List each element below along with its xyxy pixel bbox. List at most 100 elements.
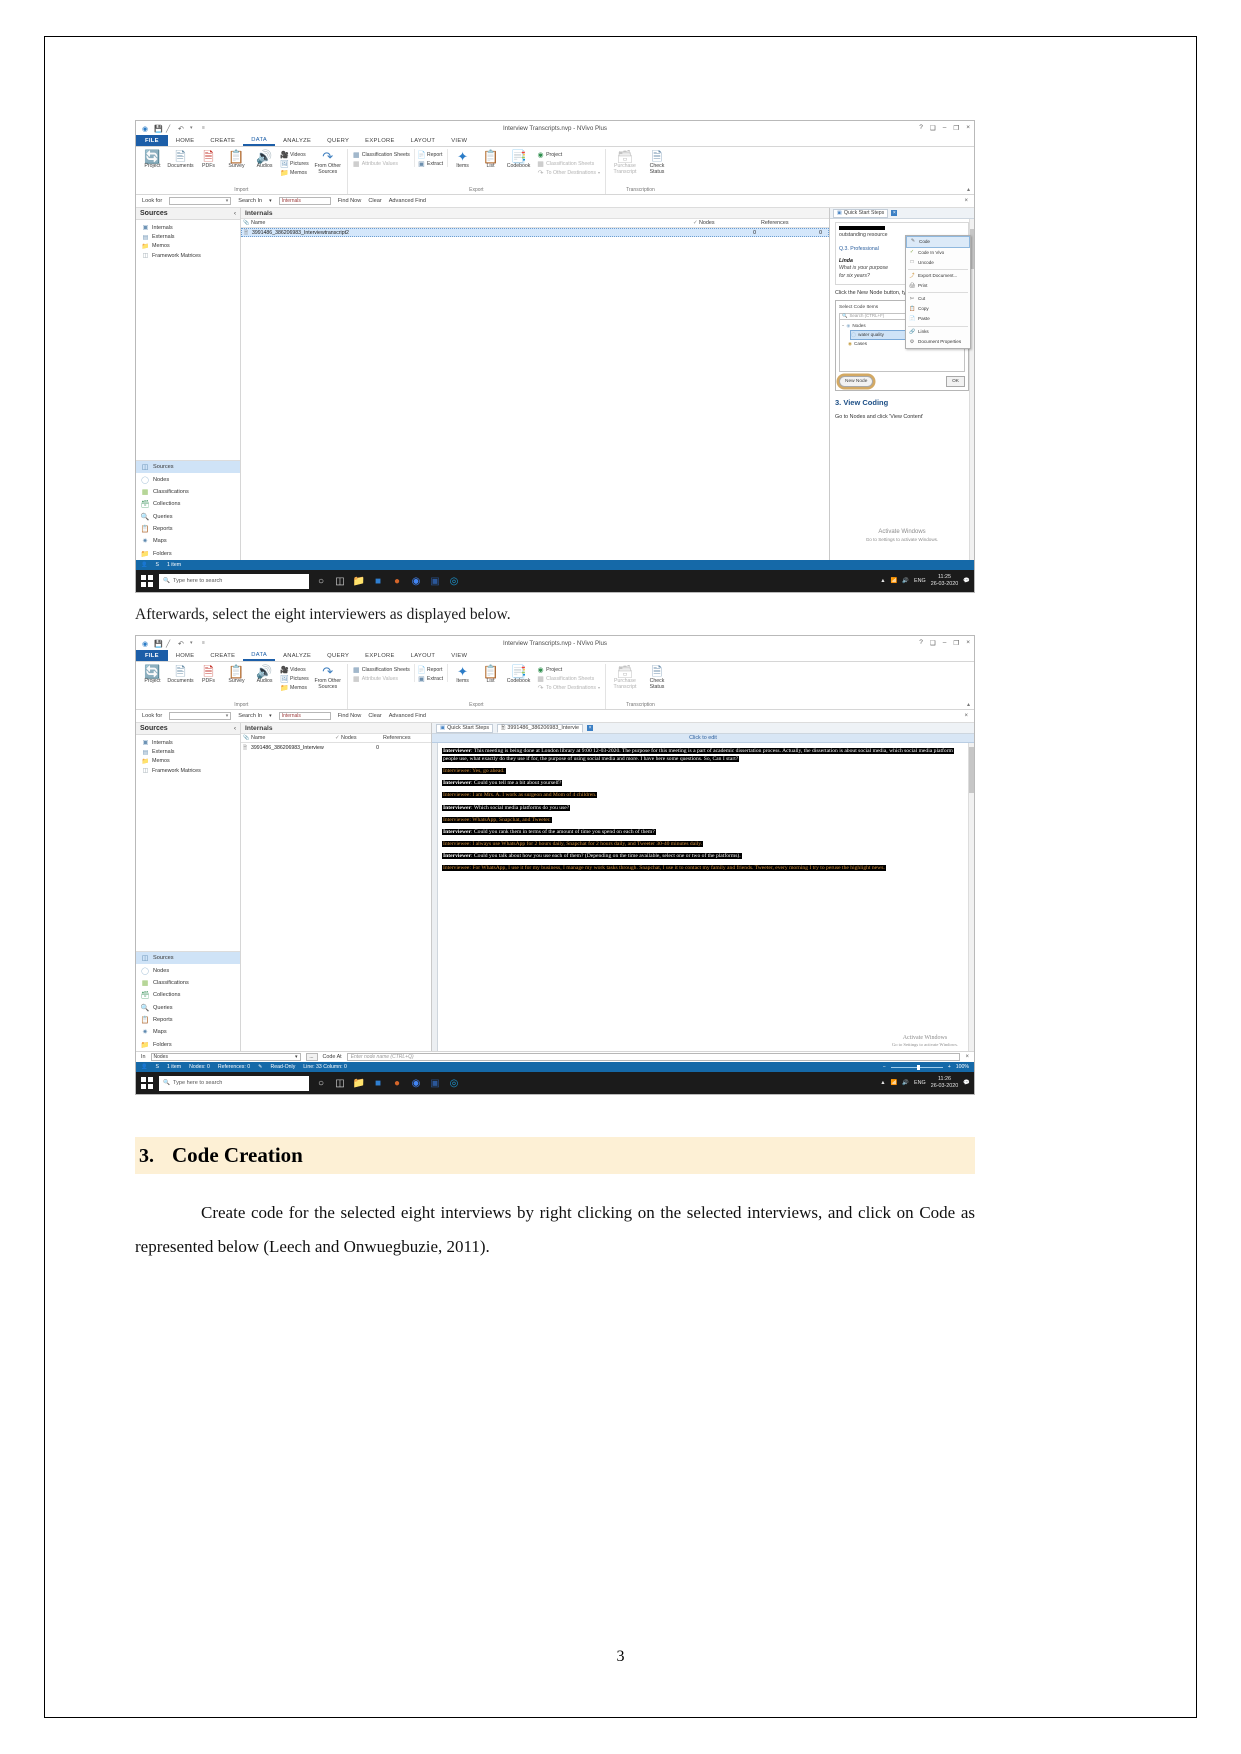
windows-start-icon[interactable]: [140, 1076, 154, 1090]
chrome-icon[interactable]: ◉: [409, 1076, 423, 1090]
import-pictures-button[interactable]: 🖼 Pictures: [280, 160, 309, 168]
transcript-text[interactable]: Interviewer: This meeting is being done …: [438, 743, 968, 1051]
maximize-button[interactable]: ❐: [953, 639, 959, 647]
media-app-icon[interactable]: ◎: [447, 1076, 461, 1090]
zoom-slider[interactable]: [890, 1064, 943, 1070]
sidebar-item-classifications[interactable]: ▦ Classifications: [136, 977, 240, 989]
chevron-down-icon[interactable]: ▾: [295, 1054, 298, 1060]
from-other-sources-button[interactable]: ↷ From Other Sources: [312, 664, 344, 692]
chevron-left-icon[interactable]: ‹: [234, 726, 236, 732]
task-view-icon[interactable]: ◫: [333, 1076, 347, 1090]
close-button[interactable]: ×: [966, 124, 970, 132]
advanced-find-button[interactable]: Advanced Find: [389, 713, 426, 719]
context-menu-item-paste[interactable]: 📄 Paste: [906, 315, 970, 325]
chevron-down-icon[interactable]: ▾: [598, 170, 600, 175]
sound-icon[interactable]: 🔊: [902, 1080, 909, 1086]
context-menu-item-document-properties[interactable]: ⚙ Document Properties: [906, 338, 970, 348]
ok-button[interactable]: OK: [946, 376, 965, 388]
tab-analyze[interactable]: ANALYZE: [275, 650, 319, 661]
import-audios-button[interactable]: 🔊 Audios: [251, 149, 278, 171]
close-code-bar-icon[interactable]: ×: [965, 1054, 969, 1060]
notification-icon[interactable]: 💬: [963, 1080, 970, 1086]
export-report-button[interactable]: 📄 Report: [417, 151, 443, 159]
export-extract-button[interactable]: ▣ Extract: [418, 160, 443, 168]
scrollbar-thumb[interactable]: [969, 747, 974, 794]
context-menu-item-cut[interactable]: ✄ Cut: [906, 294, 970, 304]
sidebar-item-folders[interactable]: 📁 Folders: [136, 548, 240, 560]
context-menu-item-copy[interactable]: 📋 Copy: [906, 305, 970, 315]
zoom-in-icon[interactable]: +: [948, 1064, 951, 1070]
context-menu-item-uncode[interactable]: □ Uncode: [906, 258, 970, 268]
import-documents-button[interactable]: 🖹 Documents: [167, 664, 194, 686]
ribbon-options-button[interactable]: ❑: [930, 639, 936, 647]
blue-app-icon[interactable]: ■: [371, 1076, 385, 1090]
import-project-button[interactable]: 🔄 Project: [139, 149, 166, 171]
find-now-button[interactable]: Find Now: [338, 198, 362, 204]
zoom-percent[interactable]: 100%: [956, 1064, 969, 1070]
table-row[interactable]: 3991486_386206983_Interview 0: [241, 743, 431, 753]
tab-view[interactable]: VIEW: [443, 650, 475, 661]
tab-quick-start-steps[interactable]: ▣ Quick Start Steps: [436, 723, 494, 733]
windows-start-icon[interactable]: [140, 574, 154, 588]
tab-file[interactable]: FILE: [136, 650, 168, 662]
taskbar-clock-1[interactable]: 11:25 26-03-2020: [931, 574, 959, 588]
task-view-icon[interactable]: ◫: [333, 574, 347, 588]
transcript-scrollbar[interactable]: [968, 743, 974, 1052]
tab-query[interactable]: QUERY: [319, 650, 357, 661]
cortana-circle-icon[interactable]: ○: [314, 1076, 328, 1090]
code-scope-select[interactable]: Nodes ▾: [150, 1053, 301, 1062]
taskbar-search-input[interactable]: 🔍 Type here to search: [159, 573, 309, 589]
click-to-edit-banner[interactable]: Click to edit: [432, 734, 974, 744]
sidebar-item-nodes[interactable]: ◯ Nodes: [136, 964, 240, 976]
tree-item-internals[interactable]: ▣ Internals: [142, 223, 240, 232]
context-menu-item-print[interactable]: 🖨 Print: [906, 281, 970, 291]
sidebar-item-collections[interactable]: 🗃 Collections: [136, 498, 240, 510]
check-status-button[interactable]: 🗎 Check Status: [642, 664, 672, 692]
export-codebook-button[interactable]: 📑 Codebook: [505, 664, 532, 686]
expander-icon[interactable]: −: [842, 323, 844, 329]
sidebar-item-collections[interactable]: 🗃 Collections: [136, 989, 240, 1001]
context-menu-item-export-document[interactable]: ⤴ Export Document...: [906, 271, 970, 281]
maximize-button[interactable]: ❐: [953, 124, 959, 132]
find-now-button[interactable]: Find Now: [338, 713, 362, 719]
clear-button[interactable]: Clear: [368, 713, 381, 719]
close-button[interactable]: ×: [966, 639, 970, 647]
sidebar-item-nodes[interactable]: ◯ Nodes: [136, 473, 240, 485]
tab-data[interactable]: DATA: [243, 650, 276, 662]
tab-home[interactable]: HOME: [168, 135, 203, 146]
import-documents-button[interactable]: 🖹 Documents: [167, 149, 194, 171]
sidebar-item-maps[interactable]: ✷ Maps: [136, 1026, 240, 1038]
export-extract-button[interactable]: ▣ Extract: [418, 675, 443, 683]
look-for-input[interactable]: ▾: [169, 197, 232, 205]
from-other-sources-button[interactable]: ↷ From Other Sources: [312, 149, 344, 177]
column-header-nodes[interactable]: ✓ Nodes: [693, 220, 761, 226]
export-codebook-button[interactable]: 📑 Codebook: [505, 149, 532, 171]
tree-item-framework-matrices[interactable]: ◫ Framework Matrices: [142, 251, 240, 260]
tab-quick-start-steps[interactable]: ▣ Quick Start Steps: [833, 208, 889, 218]
collapse-ribbon-icon[interactable]: ▴: [967, 701, 970, 708]
import-project-button[interactable]: 🔄 Project: [139, 664, 166, 686]
chevron-down-icon[interactable]: ▾: [226, 713, 229, 719]
sidebar-item-queries[interactable]: 🔍 Queries: [136, 1002, 240, 1014]
import-memos-button[interactable]: 📁 Memos: [280, 169, 309, 177]
tab-interview-document[interactable]: 🖹 3991486_386206983_Intervie: [497, 723, 584, 733]
tab-analyze[interactable]: ANALYZE: [275, 135, 319, 146]
tab-explore[interactable]: EXPLORE: [357, 650, 403, 661]
chevron-up-icon[interactable]: ▲: [880, 578, 885, 584]
new-node-button[interactable]: New Node: [839, 376, 874, 388]
close-find-bar-icon[interactable]: ×: [964, 713, 968, 719]
check-status-button[interactable]: 🗎 Check Status: [642, 149, 672, 177]
node-name-input[interactable]: Enter node name (CTRL+Q): [346, 1053, 961, 1062]
column-header-name[interactable]: Name: [241, 220, 693, 226]
export-items-button[interactable]: ✦ Items: [449, 149, 476, 171]
tab-home[interactable]: HOME: [168, 650, 203, 661]
export-classification-sheets-button[interactable]: ▦ Classification Sheets: [353, 151, 410, 159]
blue-app-icon[interactable]: ■: [371, 574, 385, 588]
tab-layout[interactable]: LAYOUT: [403, 135, 444, 146]
sidebar-item-folders[interactable]: 📁 Folders: [136, 1039, 240, 1051]
advanced-find-button[interactable]: Advanced Find: [389, 198, 426, 204]
chevron-up-icon[interactable]: ▲: [880, 1080, 885, 1086]
orange-app-icon[interactable]: ●: [390, 574, 404, 588]
minimize-button[interactable]: –: [943, 639, 947, 647]
tree-item-externals[interactable]: ▤ Externals: [142, 747, 240, 756]
